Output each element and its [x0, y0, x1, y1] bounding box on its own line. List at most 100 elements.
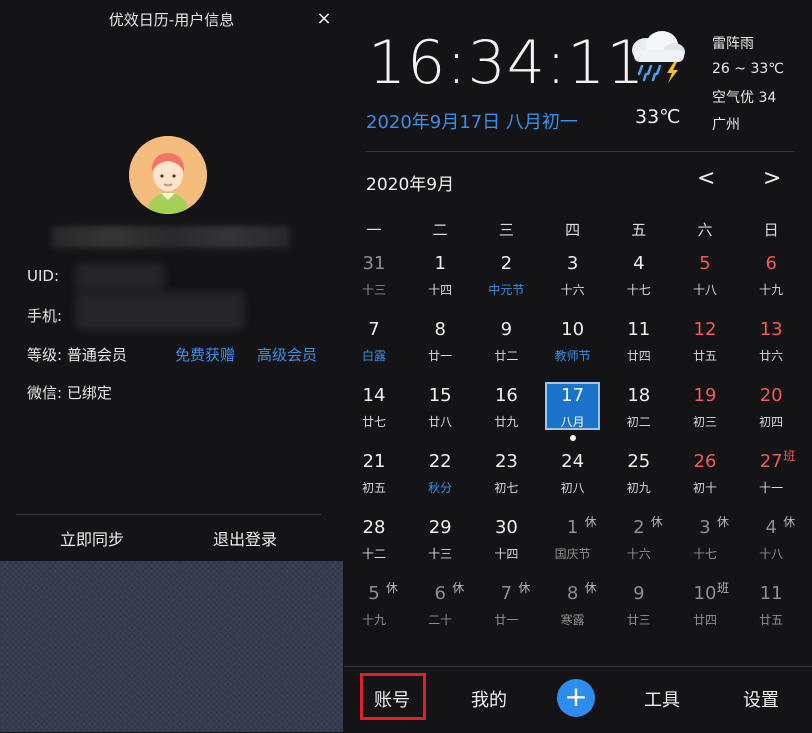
day-number: 2: [500, 253, 513, 274]
lunar-label: 廿二: [494, 349, 519, 363]
holiday-badge: 休: [650, 515, 663, 529]
calendar-day[interactable]: 18 初二: [606, 379, 672, 441]
sync-now-button[interactable]: 立即同步: [60, 526, 124, 550]
divider: [366, 151, 794, 152]
panel-title: 优效日历-用户信息: [108, 11, 235, 29]
calendar-day[interactable]: 8 寒露休: [540, 577, 606, 639]
calendar-day[interactable]: 10 廿四班: [672, 577, 738, 639]
calendar-day[interactable]: 9 廿二: [473, 313, 539, 375]
current-date[interactable]: 2020年9月17日 八月初一: [366, 108, 578, 134]
calendar-day[interactable]: 19 初三: [672, 379, 738, 441]
day-number: 10: [561, 319, 585, 340]
wechat-value: 已绑定: [66, 384, 112, 402]
calendar-day[interactable]: 5 十九休: [341, 577, 407, 639]
lunar-label: 国庆节: [554, 547, 591, 561]
free-gift-link[interactable]: 免费获赠: [175, 344, 235, 365]
tab-tools[interactable]: 工具: [644, 686, 680, 712]
calendar-day[interactable]: 15 廿八: [407, 379, 473, 441]
level-label: 等级:: [27, 346, 63, 364]
tab-settings[interactable]: 设置: [743, 686, 779, 712]
lunar-label: 十二: [361, 547, 386, 561]
phone-row: 手机:: [27, 305, 62, 326]
lunar-label: 初八: [560, 481, 585, 495]
calendar-day[interactable]: 6 二十休: [407, 577, 473, 639]
day-number: 3: [566, 253, 579, 274]
calendar-day[interactable]: 6 十九: [738, 247, 804, 309]
logout-button[interactable]: 退出登录: [213, 526, 277, 550]
calendar-day[interactable]: 30 十四: [473, 511, 539, 573]
calendar-day[interactable]: 3 十六: [540, 247, 606, 309]
day-number: 29: [428, 517, 452, 538]
phone-value-blurred: [76, 292, 244, 330]
calendar-day[interactable]: 31 十三: [341, 247, 407, 309]
calendar-day[interactable]: 2 中元节: [473, 247, 539, 309]
calendar-day-today[interactable]: 17 八月: [540, 379, 606, 441]
calendar-day[interactable]: 26 初十: [672, 445, 738, 507]
weather-condition: 雷阵雨: [712, 36, 754, 52]
lunar-label: 十三: [428, 547, 453, 561]
calendar-day[interactable]: 24 初八: [540, 445, 606, 507]
lunar-label: 初二: [626, 415, 651, 429]
day-number: 22: [428, 451, 452, 472]
month-title[interactable]: 2020年9月: [366, 170, 454, 195]
calendar-day[interactable]: 16 廿九: [473, 379, 539, 441]
day-number: 21: [362, 451, 386, 472]
weekday-label: 二: [432, 221, 448, 239]
lunar-label: 廿七: [361, 415, 386, 429]
day-number: 11: [627, 319, 651, 340]
lunar-label: 二十: [428, 613, 453, 627]
calendar-day[interactable]: 28 十二: [341, 511, 407, 573]
day-number: 1: [434, 253, 446, 274]
calendar-day[interactable]: 20 初四: [738, 379, 804, 441]
calendar-day[interactable]: 12 廿五: [672, 313, 738, 375]
calendar-day[interactable]: 13 廿六: [738, 313, 804, 375]
calendar-day[interactable]: 14 廿七: [341, 379, 407, 441]
calendar-day[interactable]: 1 国庆节休: [540, 511, 606, 573]
lunar-label: 教师节: [554, 349, 591, 363]
calendar-day[interactable]: 2 十六休: [606, 511, 672, 573]
calendar-day[interactable]: 7 白露: [341, 313, 407, 375]
holiday-badge: 休: [452, 581, 465, 595]
add-button[interactable]: +: [557, 679, 595, 717]
calendar-day[interactable]: 11 廿五: [738, 577, 804, 639]
calendar-day[interactable]: 25 初九: [606, 445, 672, 507]
tab-mine[interactable]: 我的: [471, 686, 507, 712]
calendar-day[interactable]: 7 廿一休: [473, 577, 539, 639]
calendar-day[interactable]: 29 十三: [407, 511, 473, 573]
lunar-label: 廿一: [494, 613, 519, 627]
thunderstorm-icon: [624, 28, 690, 84]
calendar-day[interactable]: 3 十七休: [672, 511, 738, 573]
calendar-day[interactable]: 4 十八休: [738, 511, 804, 573]
avatar: [129, 136, 207, 214]
prev-month-button[interactable]: <: [697, 166, 715, 191]
calendar-day[interactable]: 27 十一班: [738, 445, 804, 507]
weekday-label: 五: [631, 221, 647, 239]
close-button[interactable]: ×: [313, 8, 335, 30]
calendar-day[interactable]: 22 秋分: [407, 445, 473, 507]
lunar-label: 十一: [759, 481, 784, 495]
calendar-day[interactable]: 11 廿四: [606, 313, 672, 375]
calendar-day[interactable]: 10 教师节: [540, 313, 606, 375]
day-number: 30: [494, 517, 518, 538]
premium-member-link[interactable]: 高级会员: [257, 344, 317, 365]
tab-account[interactable]: 账号: [374, 686, 410, 712]
next-month-button[interactable]: >: [763, 166, 781, 191]
calendar-day[interactable]: 1 十四: [407, 247, 473, 309]
lunar-label: 初十: [692, 481, 717, 495]
calendar-day[interactable]: 21 初五: [341, 445, 407, 507]
calendar-day[interactable]: 9 廿三: [606, 577, 672, 639]
weekday-label: 六: [697, 221, 713, 239]
lunar-label: 初九: [626, 481, 651, 495]
day-number: 26: [693, 451, 717, 472]
lunar-label: 廿五: [692, 349, 717, 363]
calendar-day[interactable]: 23 初七: [473, 445, 539, 507]
calendar-day[interactable]: 4 十七: [606, 247, 672, 309]
calendar-day[interactable]: 5 十八: [672, 247, 738, 309]
lunar-label: 秋分: [428, 481, 453, 495]
day-number: 24: [561, 451, 585, 472]
lunar-label: 廿四: [692, 613, 717, 627]
calendar-day[interactable]: 8 廿一: [407, 313, 473, 375]
day-number: 8: [434, 319, 446, 340]
lunar-label: 廿四: [626, 349, 651, 363]
lunar-label: 廿一: [428, 349, 453, 363]
